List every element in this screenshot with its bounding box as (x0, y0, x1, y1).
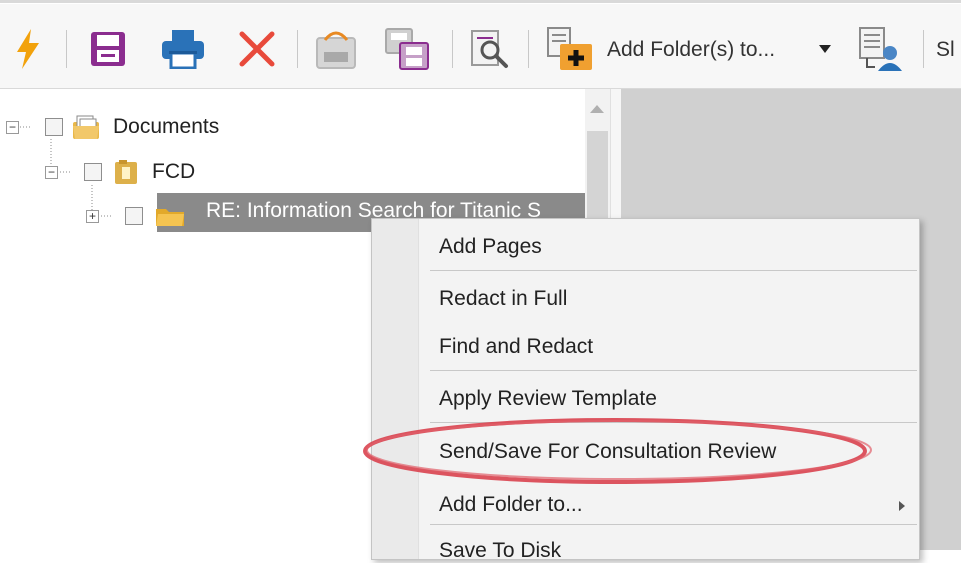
toolbar-separator (528, 30, 529, 68)
menu-separator (430, 422, 917, 423)
add-folder-icon[interactable] (544, 27, 596, 70)
tree-node-selected-folder[interactable]: + (86, 199, 185, 233)
collapse-icon[interactable]: − (6, 120, 19, 134)
toolbar-separator (452, 30, 453, 68)
menu-item-redact-in-full[interactable]: Redact in Full (439, 287, 567, 311)
menu-item-apply-review-template[interactable]: Apply Review Template (439, 387, 657, 411)
delete-icon[interactable] (235, 28, 279, 70)
scroll-up-icon[interactable] (590, 105, 604, 113)
toolbar-separator (297, 30, 298, 68)
menu-item-find-and-redact[interactable]: Find and Redact (439, 335, 593, 359)
tree-node-documents[interactable]: − Documents (6, 110, 219, 144)
tree-node-fcd[interactable]: − FCD (45, 155, 195, 189)
toolbar-separator (923, 30, 924, 68)
find-redact-icon[interactable] (468, 28, 512, 70)
menu-separator (430, 270, 917, 271)
menu-item-add-pages[interactable]: Add Pages (439, 235, 542, 259)
redact-page-icon[interactable] (314, 28, 358, 70)
print-icon[interactable] (160, 28, 206, 70)
tree-label-fcd: FCD (152, 160, 196, 183)
toolbar-separator (66, 30, 67, 68)
checkbox[interactable] (45, 118, 63, 136)
fcd-folder-icon (115, 160, 137, 184)
save-icon[interactable] (88, 28, 128, 70)
toolbar: Add Folder(s) to... Sl (0, 4, 961, 89)
submenu-arrow-icon (899, 501, 905, 511)
menu-item-send-save-consultation-review[interactable]: Send/Save For Consultation Review (439, 440, 776, 464)
menu-item-add-folder-to[interactable]: Add Folder to... (439, 493, 583, 517)
context-menu: Add Pages Redact in Full Find and Redact… (371, 218, 920, 563)
toolbar-cut-off-label[interactable]: Sl (936, 38, 955, 62)
menu-icon-gutter (372, 219, 419, 559)
menu-separator (430, 524, 917, 525)
collapse-icon[interactable]: − (45, 165, 58, 179)
folder-icon (156, 209, 184, 226)
tree-label-documents: Documents (113, 115, 220, 138)
dropdown-arrow-icon[interactable] (815, 28, 835, 70)
checkbox[interactable] (84, 163, 102, 181)
add-folder-label[interactable]: Add Folder(s) to... (607, 38, 775, 62)
menu-separator (430, 370, 917, 371)
documents-folder-icon (73, 115, 99, 139)
checkbox[interactable] (125, 207, 143, 225)
lightning-icon[interactable] (10, 28, 46, 70)
expand-icon[interactable]: + (86, 209, 99, 223)
save-copy-icon[interactable] (384, 28, 430, 70)
user-review-icon[interactable] (856, 27, 906, 71)
window-top-border (0, 0, 961, 3)
menu-item-save-to-disk[interactable]: Save To Disk (439, 539, 561, 563)
